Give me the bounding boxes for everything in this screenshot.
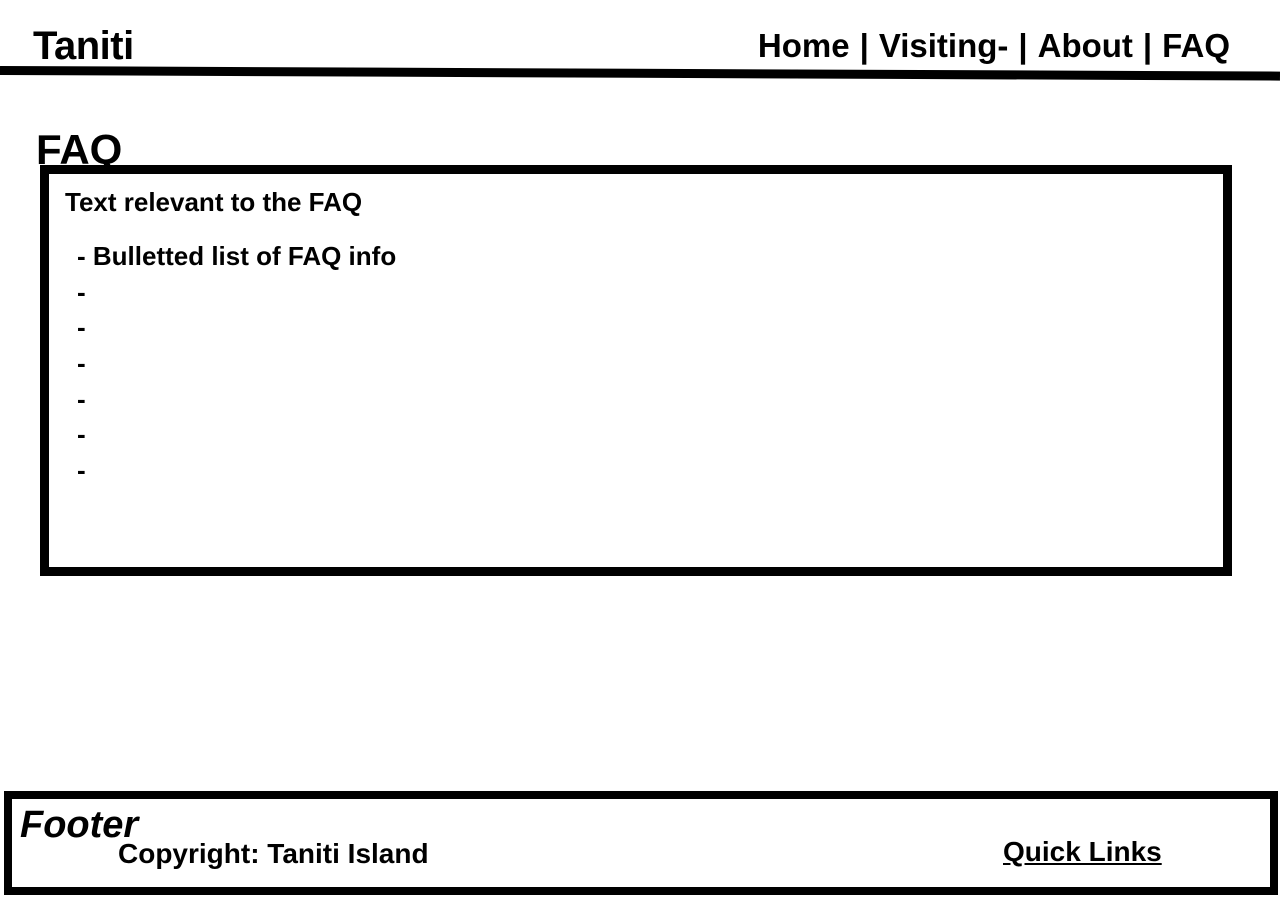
- list-item: - Bulletted list of FAQ info: [77, 241, 397, 271]
- nav-faq-link[interactable]: FAQ: [1162, 26, 1230, 66]
- page: Taniti Home | Visiting- | About | FAQ FA…: [0, 0, 1280, 900]
- nav-visiting-link[interactable]: Visiting-: [879, 26, 1009, 66]
- site-logo-text[interactable]: Taniti: [33, 22, 134, 70]
- nav-home-link[interactable]: Home: [758, 26, 850, 66]
- copyright-text: Copyright: Taniti Island: [118, 838, 429, 869]
- faq-content-box: Text relevant to the FAQ - Bulletted lis…: [40, 165, 1232, 576]
- nav-about-link[interactable]: About: [1038, 26, 1133, 66]
- nav-separator: |: [1018, 27, 1028, 64]
- nav-separator: |: [1142, 27, 1153, 64]
- footer: Footer Copyright: Taniti Island Quick Li…: [4, 791, 1278, 895]
- faq-intro-text: Text relevant to the FAQ: [65, 187, 363, 217]
- main-nav: Home | Visiting- | About | FAQ: [758, 26, 1230, 66]
- list-item: -: [77, 419, 86, 450]
- header-divider: [0, 66, 1280, 81]
- nav-separator: |: [859, 27, 869, 64]
- quick-links-link[interactable]: Quick Links: [1003, 835, 1162, 869]
- faq-list: - Bulletted list of FAQ info - - - - - -: [77, 240, 396, 490]
- list-item: -: [77, 348, 86, 379]
- list-item: -: [77, 276, 86, 307]
- list-item: -: [77, 312, 86, 343]
- list-item: -: [77, 383, 86, 414]
- list-item: -: [77, 455, 86, 486]
